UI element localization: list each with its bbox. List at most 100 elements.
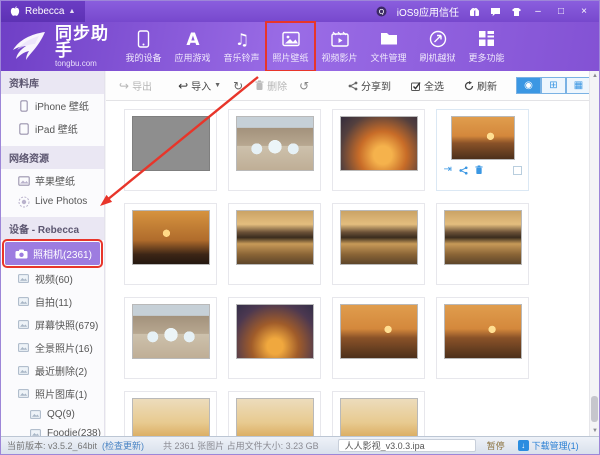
sidebar-item-label: 照相机(2361) bbox=[33, 246, 92, 261]
rotate-right-button[interactable]: ↻ bbox=[230, 78, 246, 94]
pause-button[interactable]: 暂停 bbox=[487, 439, 505, 452]
sidebar-item[interactable]: 视频(60) bbox=[1, 267, 104, 290]
share-button[interactable]: 分享到 bbox=[345, 76, 394, 95]
maximize-button[interactable]: □ bbox=[554, 6, 568, 18]
photo-thumbnail[interactable] bbox=[132, 116, 210, 171]
sidebar-item-label: 自拍(11) bbox=[35, 294, 72, 309]
album-icon bbox=[17, 273, 30, 284]
photo-cell-tree-sunset[interactable] bbox=[332, 109, 425, 191]
photo-cell-bridge-sunset[interactable] bbox=[436, 297, 529, 379]
sidebar-item[interactable]: 全景照片(16) bbox=[1, 336, 104, 359]
import-button[interactable]: ↩ 导入 ▼ bbox=[175, 76, 224, 95]
photo-thumbnail[interactable] bbox=[132, 398, 210, 436]
livephoto-icon bbox=[17, 196, 30, 207]
photo-cell-bridge-sunset[interactable]: ⇥ bbox=[436, 109, 529, 191]
rotate-left-button[interactable]: ↺ bbox=[296, 78, 312, 94]
message-icon[interactable] bbox=[489, 6, 501, 18]
sidebar-item[interactable]: Foodie(238) bbox=[1, 424, 104, 436]
photo-thumbnail[interactable] bbox=[451, 116, 515, 160]
trash-icon bbox=[255, 80, 264, 91]
sidebar-item[interactable]: 最近删除(2) bbox=[1, 359, 104, 382]
wing-logo-icon bbox=[9, 30, 49, 64]
device-user-tab[interactable]: Rebecca ▲ bbox=[1, 1, 85, 22]
sidebar-item[interactable]: 屏幕快照(679) bbox=[1, 313, 104, 336]
share-icon bbox=[348, 81, 358, 91]
export-photo-icon[interactable]: ⇥ bbox=[444, 165, 452, 175]
photo-cell-lake-clipped[interactable] bbox=[124, 391, 217, 436]
sidebar-item[interactable]: iPhone 壁纸 bbox=[1, 94, 104, 117]
photo-thumbnail[interactable] bbox=[340, 116, 418, 171]
main-navbar: 同步助手 tongbu.com 我的设备A应用游戏♫音乐铃声照片壁纸视频影片文件… bbox=[1, 22, 599, 71]
photo-cell-loading-placeholder[interactable] bbox=[124, 109, 217, 191]
titlebar: Rebecca ▲ Q iOS9应用信任 – □ × bbox=[1, 1, 599, 22]
close-button[interactable]: × bbox=[577, 6, 591, 18]
nav-item-device[interactable]: 我的设备 bbox=[119, 22, 168, 71]
trust-label[interactable]: iOS9应用信任 bbox=[397, 4, 459, 19]
album-icon bbox=[29, 409, 42, 420]
nav-item-video[interactable]: 视频影片 bbox=[315, 22, 364, 71]
share-photo-icon[interactable] bbox=[459, 166, 468, 175]
photo-cell-bridge-dusk[interactable] bbox=[124, 203, 217, 285]
photo-thumbnail[interactable] bbox=[340, 210, 418, 265]
scroll-up-icon[interactable]: ▲ bbox=[590, 73, 600, 79]
photo-checkbox[interactable] bbox=[513, 166, 522, 175]
photo-cell-bridge-sunset[interactable] bbox=[332, 297, 425, 379]
nav-item-folder[interactable]: 文件管理 bbox=[364, 22, 413, 71]
photo-cell-memorial-archway[interactable] bbox=[228, 109, 321, 191]
nav-item-photo[interactable]: 照片壁纸 bbox=[266, 22, 315, 71]
photo-thumbnail[interactable] bbox=[132, 210, 210, 265]
sidebar-item[interactable]: iPad 壁纸 bbox=[1, 117, 104, 140]
photo-cell-lake-clipped[interactable] bbox=[228, 391, 321, 436]
delete-button[interactable]: 删除 bbox=[252, 76, 290, 95]
photo-thumbnail[interactable] bbox=[340, 304, 418, 359]
sidebar-item[interactable]: Live Photos bbox=[1, 192, 104, 211]
photo-cell-memorial-archway[interactable] bbox=[124, 297, 217, 379]
sidebar-item[interactable]: 苹果壁纸 bbox=[1, 169, 104, 192]
photo-cell-lake-clipped[interactable] bbox=[332, 391, 425, 436]
grid-scroll-thumb[interactable] bbox=[591, 396, 598, 422]
refresh-button[interactable]: 刷新 bbox=[461, 76, 500, 95]
skin-icon[interactable] bbox=[510, 6, 522, 18]
import-icon: ↩ bbox=[178, 80, 188, 92]
nav-item-more[interactable]: 更多功能 bbox=[462, 22, 511, 71]
nav-item-music[interactable]: ♫音乐铃声 bbox=[217, 22, 266, 71]
photo-icon bbox=[282, 30, 300, 48]
svg-text:Q: Q bbox=[379, 8, 385, 16]
svg-text:♫: ♫ bbox=[234, 30, 248, 48]
photo-thumbnail[interactable] bbox=[236, 210, 314, 265]
photo-thumbnail[interactable] bbox=[340, 398, 418, 436]
appstore-icon: A bbox=[184, 30, 202, 48]
sidebar-item[interactable]: 自拍(11) bbox=[1, 290, 104, 313]
nav-item-appstore[interactable]: A应用游戏 bbox=[168, 22, 217, 71]
photo-cell-lake-reflection[interactable] bbox=[332, 203, 425, 285]
gift-icon[interactable] bbox=[468, 6, 480, 18]
sidebar-item-camera-roll[interactable]: 照相机(2361) bbox=[5, 242, 100, 265]
photo-thumbnail[interactable] bbox=[236, 116, 314, 171]
view-small-grid-button[interactable]: ▦ bbox=[566, 77, 591, 94]
photo-thumbnail[interactable] bbox=[132, 304, 210, 359]
photo-thumbnail[interactable] bbox=[444, 210, 522, 265]
export-button[interactable]: ↪ 导出 bbox=[116, 76, 155, 95]
check-update-link[interactable]: (检查更新) bbox=[102, 439, 144, 452]
select-all-button[interactable]: 全选 bbox=[408, 76, 447, 95]
grid-scrollbar[interactable]: ▲ ▼ bbox=[589, 71, 599, 436]
photo-cell-tree-sunset-dark[interactable] bbox=[228, 297, 321, 379]
nav-item-jailbreak[interactable]: 刷机越狱 bbox=[413, 22, 462, 71]
download-manager-button[interactable]: ↓ 下载管理(1) bbox=[518, 439, 579, 452]
sidebar-item[interactable]: 照片图库(1) bbox=[1, 382, 104, 405]
view-slideshow-button[interactable]: ◉ bbox=[516, 77, 541, 94]
sidebar-item[interactable]: QQ(9) bbox=[1, 405, 104, 424]
photo-thumbnail[interactable] bbox=[236, 304, 314, 359]
sidebar-item-label: 照片图库(1) bbox=[35, 386, 87, 401]
minimize-button[interactable]: – bbox=[531, 6, 545, 18]
album-icon bbox=[17, 319, 30, 330]
photo-cell-lake-reflection[interactable] bbox=[228, 203, 321, 285]
nav-item-label: 我的设备 bbox=[125, 51, 161, 64]
view-large-grid-button[interactable]: ⊞ bbox=[541, 77, 566, 94]
delete-photo-icon[interactable] bbox=[475, 165, 483, 175]
photo-thumbnail[interactable] bbox=[444, 304, 522, 359]
photo-cell-lake-reflection[interactable] bbox=[436, 203, 529, 285]
camera-icon bbox=[15, 248, 28, 259]
scroll-down-icon[interactable]: ▼ bbox=[590, 428, 600, 434]
photo-thumbnail[interactable] bbox=[236, 398, 314, 436]
